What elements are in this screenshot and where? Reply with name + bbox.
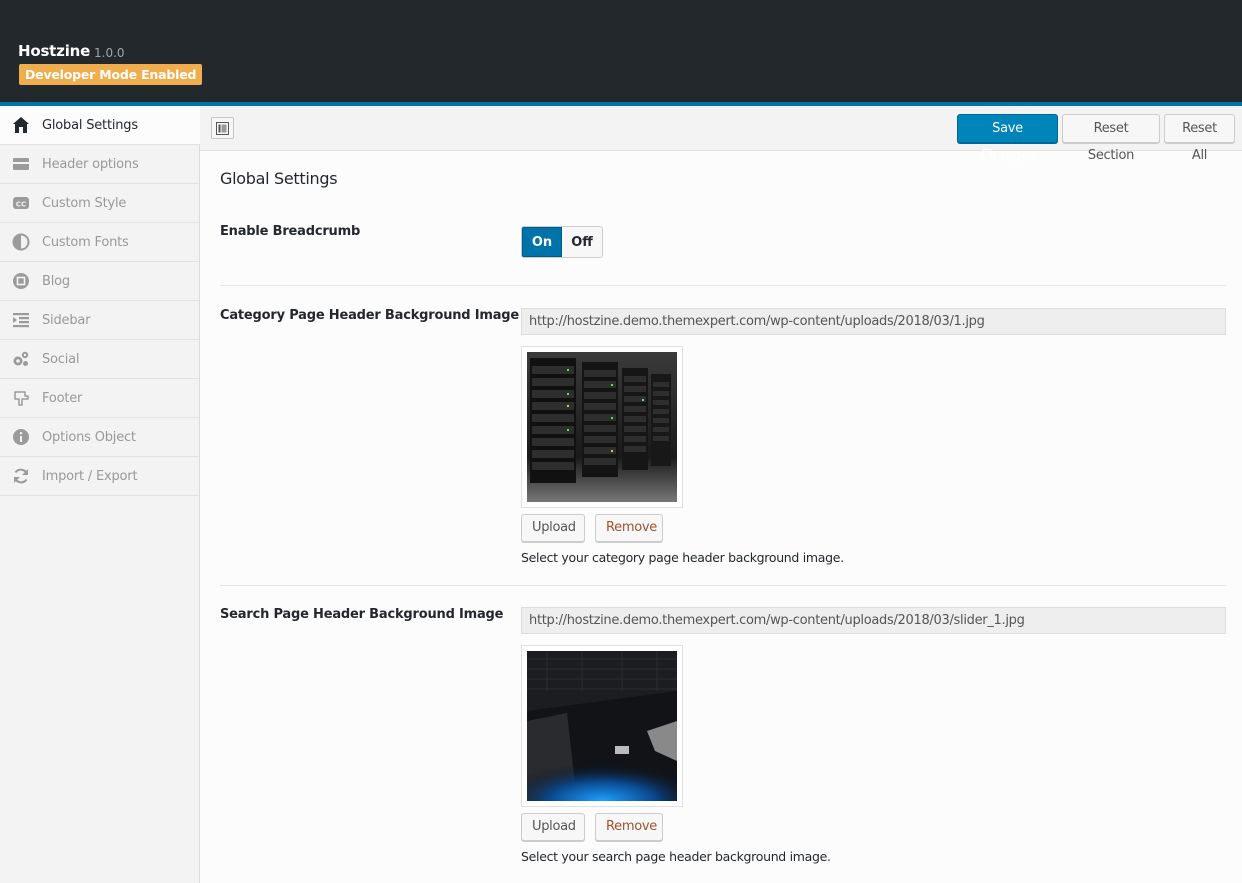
sidebar-item-label: Custom Style	[42, 195, 127, 211]
brand-name: Hostzine	[18, 42, 91, 60]
search-image-url-field[interactable]: http://hostzine.demo.themexpert.com/wp-c…	[521, 607, 1226, 634]
sidebar-icon	[12, 311, 30, 329]
breadcrumb-toggle[interactable]: On Off	[521, 226, 603, 258]
save-changes-button[interactable]: Save Changes	[957, 114, 1058, 163]
blog-icon	[12, 272, 30, 290]
search-image-label: Search Page Header Background Image	[220, 607, 504, 622]
toggle-off-option[interactable]: Off	[562, 227, 602, 257]
sidebar-item-blog[interactable]: Blog	[0, 262, 199, 301]
sidebar-item-label: Import / Export	[42, 468, 138, 484]
info-icon	[12, 428, 30, 446]
home-icon	[12, 116, 30, 134]
field-divider	[220, 585, 1226, 586]
sidebar-item-label: Global Settings	[42, 117, 138, 133]
options-main-panel: Save Changes Reset Section Reset All Glo…	[200, 106, 1242, 883]
field-divider	[220, 285, 1226, 286]
header-icon	[12, 155, 30, 173]
expand-icon	[216, 121, 229, 135]
search-image-preview	[521, 645, 683, 807]
reset-all-button[interactable]: Reset All	[1164, 114, 1235, 163]
admin-topbar: Hostzine 1.0.0 Developer Mode Enabled	[0, 0, 1242, 102]
sidebar-item-header-options[interactable]: Header options	[0, 145, 199, 184]
sidebar-item-import-export[interactable]: Import / Export	[0, 457, 199, 496]
sidebar-item-label: Options Object	[42, 429, 136, 445]
sidebar-item-label: Social	[42, 351, 80, 367]
search-image-description: Select your search page header backgroun…	[521, 849, 831, 864]
cc-icon: CC	[12, 194, 30, 212]
search-remove-button[interactable]: Remove	[595, 813, 663, 841]
sidebar-item-custom-style[interactable]: CC Custom Style	[0, 184, 199, 223]
category-remove-button[interactable]: Remove	[595, 514, 663, 542]
category-upload-button[interactable]: Upload	[521, 514, 585, 542]
server-rack-image	[527, 352, 677, 502]
developer-mode-badge: Developer Mode Enabled	[19, 64, 203, 85]
category-image-label: Category Page Header Background Image	[220, 308, 520, 323]
reset-section-button[interactable]: Reset Section	[1062, 114, 1160, 163]
sidebar-item-options-object[interactable]: Options Object	[0, 418, 199, 457]
version-label: 1.0.0	[94, 46, 125, 60]
sidebar-item-label: Blog	[42, 273, 70, 289]
page-title: Global Settings	[220, 169, 338, 188]
dark-desk-image	[527, 651, 677, 801]
category-image-preview	[521, 346, 683, 508]
sidebar-item-global-settings[interactable]: Global Settings	[0, 106, 200, 145]
options-sidebar: Global Settings Header options CC Custom…	[0, 106, 200, 883]
expand-options-button[interactable]	[211, 117, 234, 139]
category-image-description: Select your category page header backgro…	[521, 550, 844, 565]
refresh-icon	[12, 467, 30, 485]
sidebar-item-social[interactable]: Social	[0, 340, 199, 379]
contrast-icon	[12, 233, 30, 251]
gears-icon	[12, 350, 30, 368]
sidebar-item-footer[interactable]: Footer	[0, 379, 199, 418]
breadcrumb-label: Enable Breadcrumb	[220, 224, 361, 239]
hand-icon	[12, 389, 30, 407]
options-toolbar: Save Changes Reset Section Reset All	[200, 106, 1242, 163]
category-image-url-field[interactable]: http://hostzine.demo.themexpert.com/wp-c…	[521, 308, 1226, 335]
sidebar-item-label: Header options	[42, 156, 139, 172]
toggle-on-option[interactable]: On	[522, 227, 562, 257]
sidebar-item-label: Custom Fonts	[42, 234, 129, 250]
sidebar-item-label: Sidebar	[42, 312, 91, 328]
svg-text:CC: CC	[16, 201, 26, 209]
sidebar-item-label: Footer	[42, 390, 83, 406]
sidebar-item-sidebar[interactable]: Sidebar	[0, 301, 199, 340]
sidebar-item-custom-fonts[interactable]: Custom Fonts	[0, 223, 199, 262]
search-upload-button[interactable]: Upload	[521, 813, 585, 841]
